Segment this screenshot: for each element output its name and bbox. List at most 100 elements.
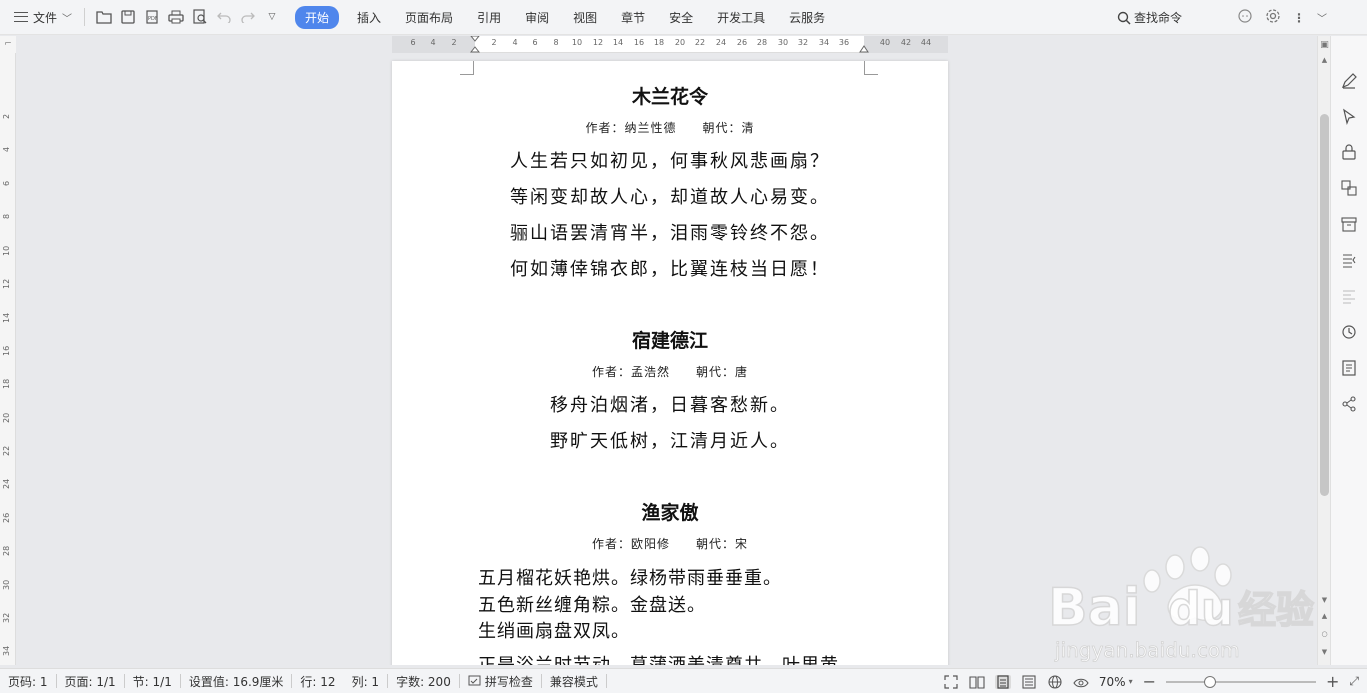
search-icon bbox=[1117, 11, 1131, 25]
ruler-number: 34 bbox=[818, 38, 830, 47]
poem-author: 作者：欧阳修 朝代：宋 bbox=[591, 537, 748, 551]
ruler-number: 26 bbox=[2, 512, 11, 523]
format-icon bbox=[1340, 287, 1358, 305]
ruler-number: 16 bbox=[2, 345, 11, 356]
status-pages[interactable]: 页面: 1/1 bbox=[57, 673, 124, 690]
zoom-in-icon[interactable]: + bbox=[1326, 672, 1339, 691]
tab-insert[interactable]: 插入 bbox=[345, 6, 393, 29]
ruler-number: 4 bbox=[2, 146, 11, 152]
customize-dropdown-icon[interactable]: ▽ bbox=[263, 8, 281, 26]
zoom-out-icon[interactable]: − bbox=[1143, 672, 1156, 691]
chevron-down-icon: ﹀ bbox=[62, 13, 73, 25]
web-view-icon[interactable] bbox=[1047, 674, 1063, 689]
document-page[interactable]: 木兰花令 作者：纳兰性德 朝代：清 人生若只如初见，何事秋风悲画扇？ 等闲变却故… bbox=[392, 61, 948, 665]
fullscreen-icon[interactable] bbox=[943, 674, 959, 689]
status-divider bbox=[605, 674, 607, 688]
crop-mark bbox=[460, 61, 474, 75]
read-mode-icon[interactable] bbox=[969, 675, 985, 689]
spell-check-button[interactable]: 拼写检查 bbox=[460, 673, 541, 690]
redo-icon[interactable] bbox=[239, 8, 257, 26]
right-side-panel bbox=[1330, 36, 1367, 665]
ruler-number: 14 bbox=[612, 38, 624, 47]
pen-icon[interactable] bbox=[1340, 72, 1358, 90]
command-search[interactable]: 查找命令 bbox=[1117, 9, 1182, 26]
export-pdf-icon[interactable]: PDF bbox=[143, 8, 161, 26]
ruler-number: 20 bbox=[2, 412, 11, 423]
select-cursor-icon[interactable] bbox=[1340, 108, 1358, 126]
print-icon[interactable] bbox=[167, 8, 185, 26]
expand-icon[interactable]: ⤢ bbox=[1349, 674, 1359, 689]
undo-icon[interactable] bbox=[215, 8, 233, 26]
tab-view[interactable]: 视图 bbox=[561, 6, 609, 29]
right-indent-marker-icon[interactable] bbox=[859, 41, 869, 53]
poem-line: 何如薄倖锦衣郎，比翼连枝当日愿！ bbox=[510, 259, 830, 280]
scrollbar-thumb[interactable] bbox=[1320, 114, 1329, 496]
horizontal-ruler[interactable]: 6 4 2 2 4 6 8 10 12 14 16 18 20 22 24 26… bbox=[392, 36, 948, 53]
eye-protection-icon[interactable] bbox=[1073, 675, 1089, 689]
ruler-number: 18 bbox=[2, 378, 11, 389]
tab-cloud[interactable]: 云服务 bbox=[777, 6, 837, 29]
ruler-number: 28 bbox=[2, 545, 11, 556]
vertical-scrollbar[interactable]: ▣ ▲ ▼ ▲ ○ ▼ bbox=[1317, 36, 1330, 665]
print-preview-icon[interactable] bbox=[191, 8, 209, 26]
settings-gear-icon[interactable] bbox=[1265, 8, 1281, 27]
status-page-number[interactable]: 页码: 1 bbox=[0, 673, 56, 690]
outline-view-icon[interactable] bbox=[1021, 674, 1037, 689]
hamburger-icon bbox=[14, 12, 28, 22]
ribbon-tabs: 开始 插入 页面布局 引用 审阅 视图 章节 安全 开发工具 云服务 bbox=[295, 5, 837, 29]
ruler-number: 2 bbox=[451, 38, 457, 47]
document-info-icon[interactable] bbox=[1340, 359, 1358, 377]
tab-review[interactable]: 审阅 bbox=[513, 6, 561, 29]
ruler-number: 24 bbox=[715, 38, 727, 47]
poem-title: 木兰花令 bbox=[631, 86, 708, 108]
lock-icon[interactable] bbox=[1340, 143, 1358, 161]
poem-title: 渔家傲 bbox=[641, 502, 699, 524]
ruler-number: 10 bbox=[571, 38, 583, 47]
top-toolbar: 文件 ﹀ PDF ▽ 开始 插入 页面布局 引用 审阅 视图 章节 安全 开发工… bbox=[0, 0, 1367, 35]
compat-mode-label: 兼容模式 bbox=[549, 674, 598, 689]
ruler-number: 2 bbox=[2, 113, 11, 119]
zoom-slider[interactable] bbox=[1165, 675, 1316, 688]
tab-developer[interactable]: 开发工具 bbox=[705, 6, 777, 29]
zoom-slider-knob[interactable] bbox=[1203, 675, 1216, 688]
ruler-number: 20 bbox=[674, 38, 686, 47]
ruler-number: 2 bbox=[491, 38, 497, 47]
open-folder-icon[interactable] bbox=[95, 8, 113, 26]
zoom-level[interactable]: 70% ▾ bbox=[1099, 675, 1133, 689]
poem-line: 正是浴兰时节动。菖蒲酒美清尊共。叶里黄 bbox=[478, 651, 938, 665]
outline-icon[interactable] bbox=[1340, 251, 1358, 269]
status-section[interactable]: 节: 1/1 bbox=[125, 673, 180, 690]
tab-stop-selector[interactable]: ⌐ bbox=[0, 36, 16, 53]
document-canvas[interactable]: 木兰花令 作者：纳兰性德 朝代：清 人生若只如初见，何事秋风悲画扇？ 等闲变却故… bbox=[17, 53, 1317, 665]
share-icon[interactable] bbox=[1340, 395, 1358, 413]
tab-home[interactable]: 开始 bbox=[295, 5, 340, 29]
collapse-ribbon-icon[interactable]: ﹀ bbox=[1317, 10, 1327, 25]
status-word-count[interactable]: 字数: 200 bbox=[388, 673, 459, 690]
history-icon[interactable] bbox=[1340, 323, 1358, 341]
spell-check-label: 拼写检查 bbox=[484, 674, 533, 689]
ruler-number: 10 bbox=[2, 245, 11, 256]
command-search-label: 查找命令 bbox=[1134, 11, 1183, 25]
more-options-icon[interactable]: ⋮ bbox=[1293, 11, 1305, 25]
page-view-icon[interactable] bbox=[994, 674, 1011, 689]
translate-icon[interactable] bbox=[1340, 179, 1358, 197]
ruler-number: 34 bbox=[2, 645, 11, 656]
file-menu[interactable]: 文件 ﹀ bbox=[0, 0, 80, 35]
ruler-number: 14 bbox=[2, 312, 11, 323]
toolbar-divider bbox=[84, 8, 86, 26]
status-setting-value[interactable]: 设置值: 16.9厘米 bbox=[181, 673, 292, 690]
quick-access: PDF ▽ bbox=[89, 8, 287, 26]
ruler-number: 8 bbox=[2, 213, 11, 219]
status-column: 列: 1 bbox=[351, 674, 380, 689]
poem-line: 人生若只如初见，何事秋风悲画扇？ bbox=[510, 151, 830, 172]
feedback-icon[interactable] bbox=[1237, 8, 1253, 27]
tab-references[interactable]: 引用 bbox=[465, 6, 513, 29]
tab-section[interactable]: 章节 bbox=[609, 6, 657, 29]
status-bar: 页码: 1 页面: 1/1 节: 1/1 设置值: 16.9厘米 行: 12 列… bbox=[0, 668, 1367, 693]
save-icon[interactable] bbox=[119, 8, 137, 26]
ruler-number: 32 bbox=[2, 612, 11, 623]
indent-marker-icon[interactable] bbox=[470, 36, 480, 53]
tab-security[interactable]: 安全 bbox=[657, 6, 705, 29]
archive-icon[interactable] bbox=[1340, 215, 1358, 233]
tab-page-layout[interactable]: 页面布局 bbox=[393, 6, 465, 29]
